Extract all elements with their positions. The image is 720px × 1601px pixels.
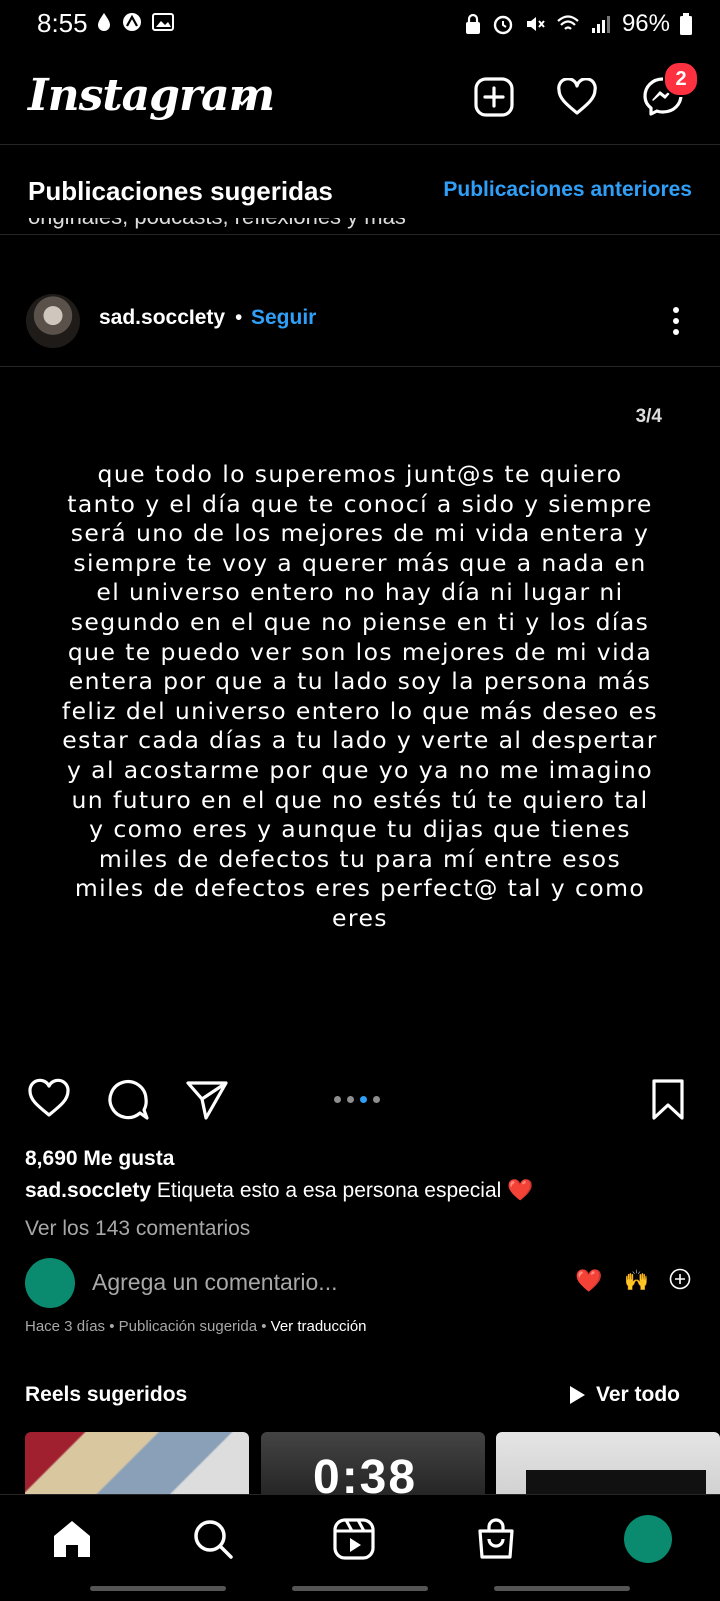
heart-icon [28, 1078, 70, 1117]
quick-reaction-hands[interactable]: 🙌 [624, 1268, 649, 1293]
follow-button[interactable]: Seguir [251, 306, 316, 330]
send-icon [186, 1081, 228, 1120]
wifi-icon [557, 15, 579, 30]
clipped-text-content: originales, podcasts, reflexiones y más [28, 218, 406, 229]
save-button[interactable] [648, 1078, 694, 1124]
image-icon [152, 13, 174, 31]
heart-icon [557, 78, 597, 115]
like-count[interactable]: 8,690 Me gusta [25, 1147, 174, 1171]
caption-emoji: ❤️ [507, 1179, 534, 1202]
separator-dot: • [235, 306, 243, 329]
status-right: 96% [464, 10, 692, 38]
add-reaction-icon[interactable] [669, 1268, 691, 1290]
carousel-page-counter: 3/4 [635, 406, 662, 427]
post-meta: Hace 3 días • Publicación sugerida • Ver… [25, 1318, 367, 1335]
nav-profile-avatar[interactable] [624, 1515, 672, 1563]
caption-username[interactable]: sad.soccIety [25, 1179, 151, 1202]
post-meta-text: Hace 3 días • Publicación sugerida • [25, 1318, 271, 1335]
post-username[interactable]: sad.soccIety [99, 306, 225, 330]
divider [0, 234, 720, 235]
mute-icon [526, 17, 545, 31]
divider [0, 144, 720, 145]
plus-square-icon [474, 77, 514, 117]
carousel-dot-active [360, 1096, 367, 1103]
view-comments-link[interactable]: Ver los 143 comentarios [25, 1217, 250, 1241]
quick-reaction-heart[interactable]: ❤️ [575, 1268, 602, 1294]
carousel-dot [334, 1096, 341, 1103]
share-button[interactable] [185, 1078, 231, 1124]
post-author-avatar[interactable] [26, 294, 80, 348]
status-bar: 8:55 96% [0, 0, 720, 48]
signal-icon [591, 16, 610, 33]
nav-search[interactable] [191, 1517, 237, 1563]
play-icon [569, 1386, 585, 1404]
chevron-down-icon[interactable] [232, 94, 252, 108]
lock-icon [465, 13, 480, 34]
reel-thumbnail[interactable] [496, 1432, 720, 1502]
system-nav-indicator [292, 1586, 428, 1591]
reel-thumbnail[interactable]: 0:38 [261, 1432, 485, 1502]
home-icon [54, 1521, 90, 1557]
bookmark-icon [652, 1079, 684, 1120]
status-notification-icons [96, 12, 174, 32]
divider [0, 366, 720, 367]
app-header: Instagram [0, 60, 720, 140]
nav-shop[interactable] [474, 1517, 520, 1563]
carousel-dot [347, 1096, 354, 1103]
create-post-button[interactable] [471, 74, 517, 120]
system-nav-indicator [494, 1586, 630, 1591]
current-user-avatar [25, 1258, 75, 1308]
see-all-label: Ver todo [595, 1383, 680, 1406]
system-nav-indicator [90, 1586, 226, 1591]
more-options-icon[interactable] [668, 306, 684, 336]
carousel-dots [334, 1096, 380, 1103]
post-media[interactable]: 3/4 que todo lo superemos junt@s te quie… [0, 368, 720, 1063]
activity-button[interactable] [554, 74, 600, 120]
comment-input[interactable] [92, 1264, 512, 1300]
suggested-posts-title: Publicaciones sugeridas [28, 176, 333, 206]
see-translation-link[interactable]: Ver traducción [271, 1318, 367, 1335]
comment-bubble-icon [108, 1079, 149, 1120]
previous-posts-link[interactable]: Publicaciones anteriores [443, 178, 692, 202]
drop-icon [98, 13, 110, 31]
nav-reels[interactable] [332, 1517, 378, 1563]
status-time: 8:55 [37, 8, 88, 38]
bottom-navigation [0, 1494, 720, 1601]
clipped-text: originales, podcasts, reflexiones y más [28, 218, 406, 232]
vpn-icon [123, 13, 141, 31]
reels-icon [333, 1518, 375, 1560]
messages-badge: 2 [663, 61, 699, 97]
post-image-text: que todo lo superemos junt@s te quiero t… [61, 460, 659, 932]
carousel-dot [373, 1096, 380, 1103]
battery-icon [680, 13, 692, 35]
shopping-bag-icon [478, 1518, 514, 1559]
search-icon [194, 1520, 233, 1559]
reel-thumbnail[interactable] [25, 1432, 249, 1502]
suggested-reels-title: Reels sugeridos [25, 1383, 188, 1406]
comment-button[interactable] [106, 1078, 152, 1124]
nav-home[interactable] [50, 1517, 96, 1563]
see-all-reels-button[interactable]: Ver todo [568, 1383, 680, 1407]
caption-text: Etiqueta esto a esa persona especial [156, 1179, 502, 1202]
alarm-icon [493, 15, 513, 35]
like-button[interactable] [27, 1078, 73, 1124]
battery-percent: 96% [621, 10, 670, 37]
post-caption: sad.soccIety Etiqueta esto a esa persona… [25, 1179, 533, 1203]
